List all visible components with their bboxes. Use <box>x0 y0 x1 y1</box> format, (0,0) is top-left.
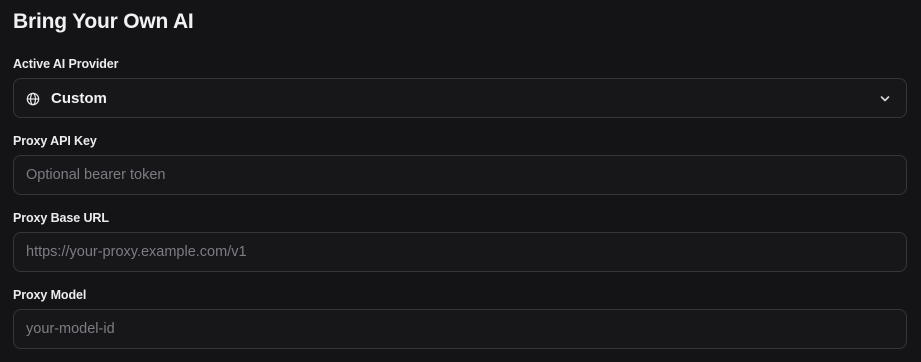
base-url-label: Proxy Base URL <box>13 211 109 225</box>
model-field-box <box>13 309 907 349</box>
api-key-label: Proxy API Key <box>13 134 97 148</box>
model-label: Proxy Model <box>13 288 87 302</box>
api-key-field-box <box>13 155 907 195</box>
provider-select[interactable]: Custom <box>13 78 907 118</box>
chevron-down-icon <box>880 96 890 102</box>
api-key-input[interactable] <box>14 156 906 194</box>
section-title: Bring Your Own AI <box>13 10 194 33</box>
model-input[interactable] <box>14 310 906 348</box>
base-url-field-box <box>13 232 907 272</box>
provider-label: Active AI Provider <box>13 57 119 71</box>
base-url-input[interactable] <box>14 233 906 271</box>
globe-icon <box>26 92 40 106</box>
provider-select-value: Custom <box>51 90 107 107</box>
